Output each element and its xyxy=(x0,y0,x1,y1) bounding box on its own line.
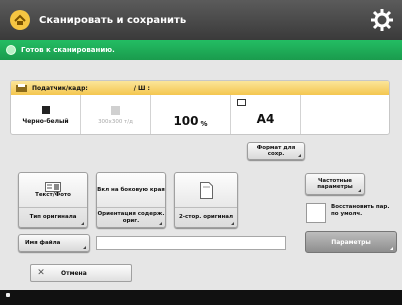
original-type-tile[interactable]: Текст/Фото Тип оригинала xyxy=(18,172,88,228)
chevron-icon xyxy=(231,222,234,225)
duplex-icon-area xyxy=(175,173,237,207)
scan-save-icon xyxy=(10,10,30,30)
chevron-icon xyxy=(81,222,84,225)
frequent-settings-button[interactable]: Частотные параметры xyxy=(305,173,365,195)
chevron-icon xyxy=(298,154,301,157)
color-mode-cell[interactable]: Черно-белый xyxy=(11,95,81,134)
settings-header: Податчик/кадр: / Ш : xyxy=(11,81,389,95)
paper-size-cell[interactable]: A4 xyxy=(231,95,301,134)
file-format-button[interactable]: Формат для сохр. xyxy=(247,142,305,160)
text-photo-area: Текст/Фото xyxy=(19,173,87,207)
empty-cell xyxy=(301,95,389,134)
chevron-icon xyxy=(390,247,393,250)
settings-summary: Податчик/кадр: / Ш : Черно-белый 300x300… xyxy=(10,80,390,135)
text-photo-label: Текст/Фото xyxy=(35,191,71,198)
resolution-value: 300x300 т/д xyxy=(98,119,133,125)
feeder-icon xyxy=(16,83,27,92)
original-type-label: Тип оригинала xyxy=(19,207,87,227)
bind-label: Вкл на боковую края xyxy=(97,186,165,193)
restore-defaults-label: Восстановить пар. по умолч. xyxy=(331,204,390,217)
status-message: Готов к сканированию. xyxy=(21,46,115,54)
pages-label: / Ш : xyxy=(133,84,150,92)
zoom-unit: % xyxy=(200,120,208,128)
text-photo-icon xyxy=(45,181,61,192)
duplex-label: 2-стор. оригинал xyxy=(175,207,237,227)
zoom-cell[interactable]: 100 % xyxy=(151,95,231,134)
duplex-tile[interactable]: 2-стор. оригинал xyxy=(174,172,238,228)
close-icon: ✕ xyxy=(37,268,45,278)
status-bar: Готов к сканированию. xyxy=(0,40,402,60)
options-label: Параметры xyxy=(331,238,371,246)
status-indicator-icon xyxy=(6,45,16,55)
app-title: Сканировать и сохранить xyxy=(39,14,187,26)
bw-icon xyxy=(41,106,50,114)
orientation-tile[interactable]: Вкл на боковую края Ориентация содерж. о… xyxy=(96,172,166,228)
file-name-label: Имя файла xyxy=(25,239,61,246)
color-mode-value: Черно-белый xyxy=(22,118,69,125)
paper-size-value: A4 xyxy=(256,111,275,126)
file-name-input[interactable] xyxy=(96,236,286,250)
duplex-page-icon xyxy=(199,181,213,199)
restore-defaults-checkbox[interactable] xyxy=(306,203,326,223)
cancel-button[interactable]: ✕ Отмена xyxy=(30,264,132,282)
resolution-cell[interactable]: 300x300 т/д xyxy=(81,95,151,134)
indicator-icon xyxy=(6,293,10,297)
options-button[interactable]: Параметры xyxy=(305,231,397,253)
main-panel: Податчик/кадр: / Ш : Черно-белый 300x300… xyxy=(0,60,402,305)
bottom-bar xyxy=(0,290,402,305)
resolution-icon xyxy=(111,106,120,115)
orientation-label: Ориентация содерж. ориг. xyxy=(97,207,165,227)
cancel-label: Отмена xyxy=(61,269,87,277)
chevron-icon xyxy=(83,246,86,249)
file-format-label: Формат для сохр. xyxy=(256,144,296,157)
zoom-value: 100 xyxy=(173,114,199,128)
source-label: Податчик/кадр: xyxy=(32,84,88,92)
frequent-settings-label: Частотные параметры xyxy=(317,177,353,190)
paper-icon xyxy=(237,99,246,106)
chevron-icon xyxy=(159,222,162,225)
chevron-icon xyxy=(358,189,361,192)
settings-values: Черно-белый 300x300 т/д 100 % A4 xyxy=(11,95,389,134)
title-bar: Сканировать и сохранить xyxy=(0,0,402,40)
bind-area: Вкл на боковую края xyxy=(97,173,165,207)
gear-icon[interactable] xyxy=(370,8,394,32)
file-name-button[interactable]: Имя файла xyxy=(18,234,90,252)
